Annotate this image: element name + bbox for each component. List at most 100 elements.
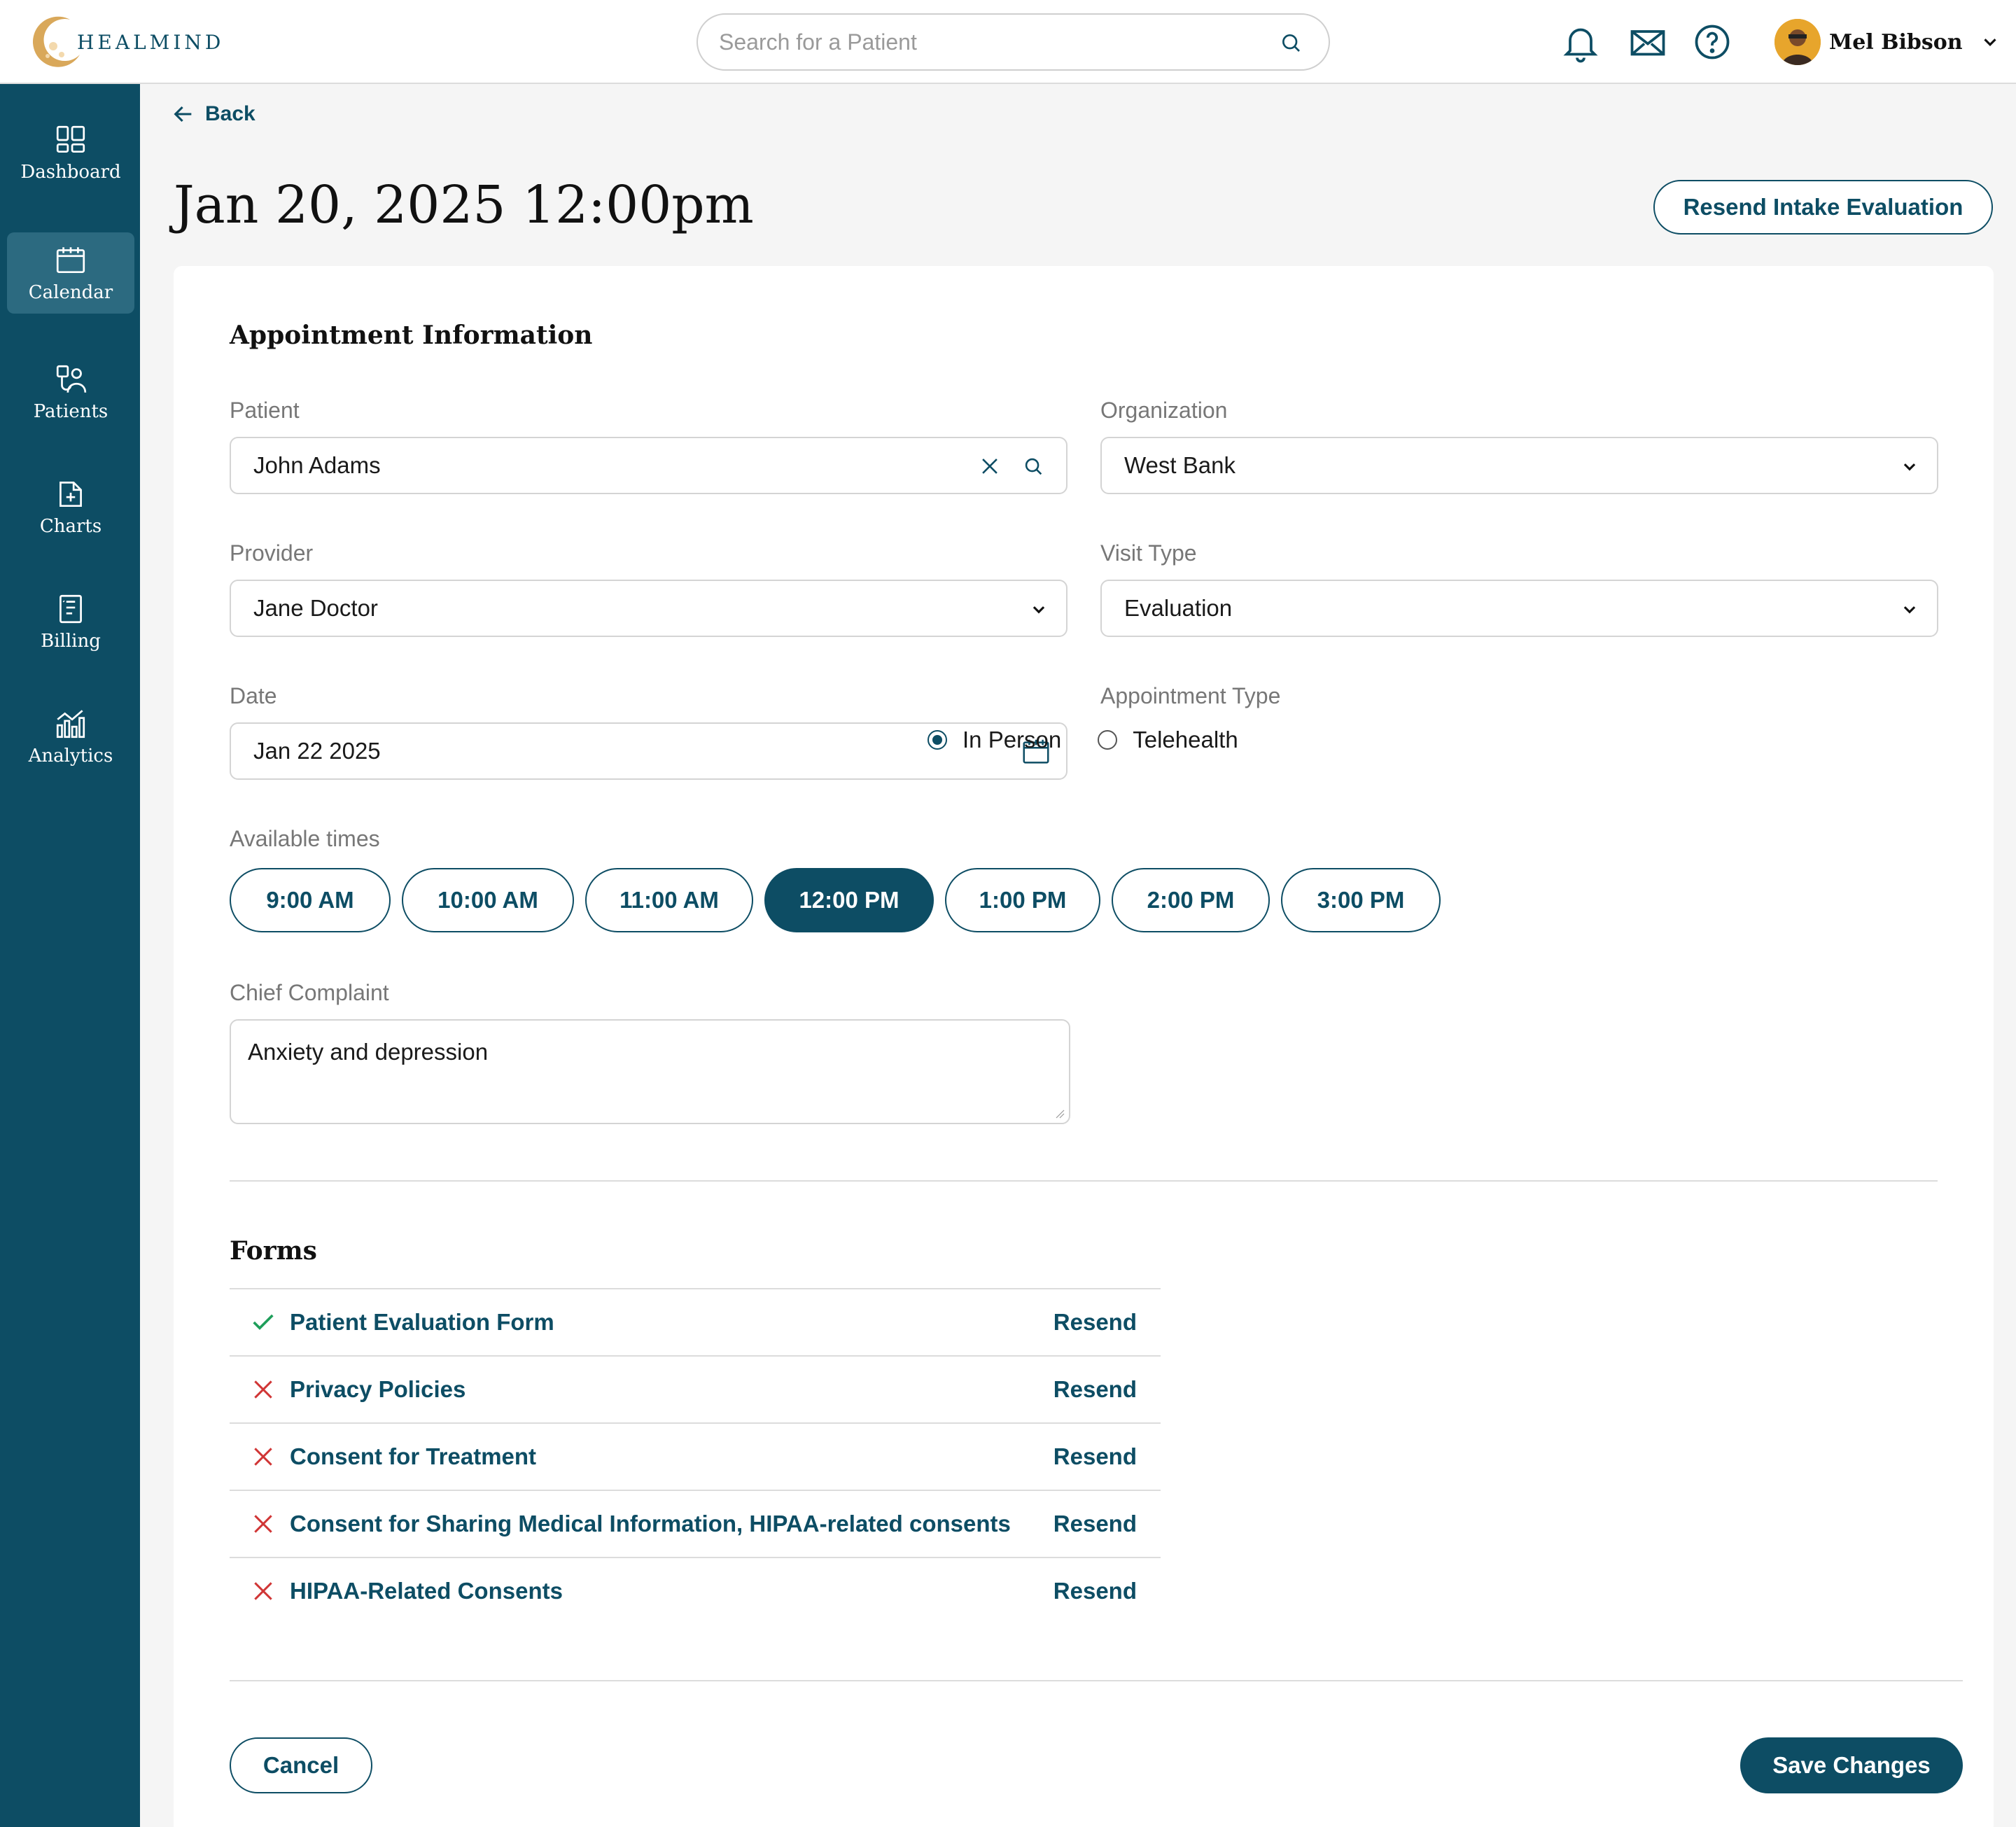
resend-form-link[interactable]: Resend (1054, 1511, 1137, 1537)
provider-label: Provider (230, 540, 314, 566)
provider-value: Jane Doctor (253, 595, 378, 621)
appointment-section-title: Appointment Information (230, 321, 593, 350)
sidebar-item-billing[interactable]: Billing (7, 581, 134, 662)
date-label: Date (230, 683, 277, 708)
x-icon (254, 1380, 272, 1399)
sidebar-item-calendar[interactable]: Calendar (7, 232, 134, 314)
chevron-down-icon (1032, 606, 1045, 614)
clear-icon[interactable] (978, 454, 1002, 478)
form-row: Consent for Sharing Medical Information,… (230, 1490, 1161, 1557)
sidebar-item-label: Patients (33, 401, 108, 422)
mail-icon[interactable] (1627, 21, 1669, 63)
sidebar-item-label: Dashboard (20, 162, 121, 183)
search-icon[interactable] (1021, 454, 1045, 478)
forms-section-title: Forms (230, 1236, 317, 1266)
user-name: Mel Bibson (1829, 29, 1963, 55)
date-value: Jan 22 2025 (253, 738, 381, 764)
in-person-radio[interactable] (927, 730, 947, 750)
form-row: Patient Evaluation Form Resend (230, 1288, 1161, 1355)
x-icon (254, 1448, 272, 1466)
appointment-type-label: Appointment Type (1100, 683, 1281, 708)
provider-select[interactable]: Jane Doctor (230, 580, 1068, 637)
sidebar: Dashboard Calendar Patients Charts Billi… (0, 84, 140, 1827)
help-icon[interactable] (1691, 21, 1733, 63)
telehealth-radio[interactable] (1098, 730, 1118, 750)
time-slot-button[interactable]: 9:00 AM (230, 868, 391, 932)
sidebar-item-dashboard[interactable]: Dashboard (7, 112, 134, 193)
form-row: Consent for Treatment Resend (230, 1422, 1161, 1490)
chief-complaint-value: Anxiety and depression (248, 1039, 489, 1065)
sidebar-item-label: Billing (41, 631, 101, 652)
organization-value: West Bank (1124, 452, 1236, 478)
available-times-label: Available times (230, 826, 380, 851)
patient-label: Patient (230, 398, 300, 423)
healmind-logo[interactable]: HEALMIND (29, 13, 224, 71)
chevron-down-icon (1903, 606, 1916, 614)
time-slot-button[interactable]: 10:00 AM (402, 868, 574, 932)
visit-type-label: Visit Type (1100, 540, 1197, 566)
visit-type-value: Evaluation (1124, 595, 1233, 621)
visit-type-select[interactable]: Evaluation (1100, 580, 1938, 637)
charts-icon (59, 481, 82, 507)
form-name: Consent for Treatment (290, 1443, 537, 1469)
avatar[interactable] (1774, 19, 1821, 65)
organization-select[interactable]: West Bank (1100, 437, 1938, 494)
time-slot-button[interactable]: 11:00 AM (585, 868, 753, 932)
page-title: Jan 20, 2025 12:00pm (174, 175, 754, 235)
chief-complaint-textarea[interactable]: Anxiety and depression (230, 1019, 1070, 1124)
x-icon (254, 1582, 272, 1600)
form-row: Privacy Policies Resend (230, 1355, 1161, 1422)
sidebar-item-charts[interactable]: Charts (7, 466, 134, 547)
check-icon (253, 1314, 274, 1330)
patient-value: John Adams (253, 452, 381, 478)
patient-field[interactable]: John Adams (230, 437, 1068, 494)
divider (230, 1180, 1938, 1182)
x-icon (254, 1515, 272, 1533)
form-name: Consent for Sharing Medical Information,… (290, 1511, 1011, 1536)
logo-text: HEALMIND (77, 30, 225, 54)
appointment-type-radio-group: In Person Telehealth (927, 727, 1238, 753)
form-name: Patient Evaluation Form (290, 1309, 554, 1335)
search-input[interactable] (719, 15, 1265, 69)
calendar-icon (56, 247, 85, 274)
resend-form-link[interactable]: Resend (1054, 1376, 1137, 1403)
cancel-button[interactable]: Cancel (230, 1737, 372, 1793)
search-icon[interactable] (1280, 31, 1302, 54)
in-person-label: In Person (962, 727, 1062, 752)
analytics-icon (56, 710, 85, 738)
billing-icon (59, 594, 82, 624)
dashboard-icon (56, 125, 85, 153)
user-menu[interactable]: Mel Bibson (1774, 18, 2001, 66)
back-label: Back (205, 102, 255, 125)
resend-form-link[interactable]: Resend (1054, 1443, 1137, 1470)
bell-icon[interactable] (1560, 21, 1602, 63)
form-row: HIPAA-Related Consents Resend (230, 1557, 1161, 1624)
time-slot-button-selected[interactable]: 12:00 PM (764, 868, 934, 932)
resend-intake-evaluation-button[interactable]: Resend Intake Evaluation (1653, 180, 1993, 234)
form-name: HIPAA-Related Consents (290, 1578, 563, 1604)
chevron-down-icon[interactable] (1980, 31, 2001, 52)
form-name: Privacy Policies (290, 1376, 466, 1402)
sidebar-item-analytics[interactable]: Analytics (7, 696, 134, 777)
resize-grip-icon[interactable] (1054, 1107, 1065, 1119)
back-link[interactable]: Back (172, 102, 255, 126)
time-slot-button[interactable]: 1:00 PM (945, 868, 1100, 932)
time-slot-button[interactable]: 3:00 PM (1281, 868, 1441, 932)
resend-form-link[interactable]: Resend (1054, 1309, 1137, 1336)
organization-label: Organization (1100, 398, 1228, 423)
resend-form-link[interactable]: Resend (1054, 1578, 1137, 1604)
patient-search[interactable] (696, 13, 1330, 71)
patients-icon (56, 365, 87, 393)
sidebar-item-label: Charts (39, 516, 102, 537)
sidebar-item-patients[interactable]: Patients (7, 351, 134, 433)
chief-complaint-label: Chief Complaint (230, 980, 389, 1005)
top-bar: HEALMIND Mel Bibson (0, 0, 2016, 84)
time-slot-button[interactable]: 2:00 PM (1112, 868, 1270, 932)
sidebar-item-label: Analytics (28, 746, 113, 766)
telehealth-label: Telehealth (1133, 727, 1238, 752)
divider (230, 1680, 1963, 1681)
save-changes-button[interactable]: Save Changes (1740, 1737, 1963, 1793)
sidebar-item-label: Calendar (28, 282, 113, 303)
chevron-down-icon (1903, 463, 1916, 471)
arrow-left-icon (174, 106, 192, 122)
